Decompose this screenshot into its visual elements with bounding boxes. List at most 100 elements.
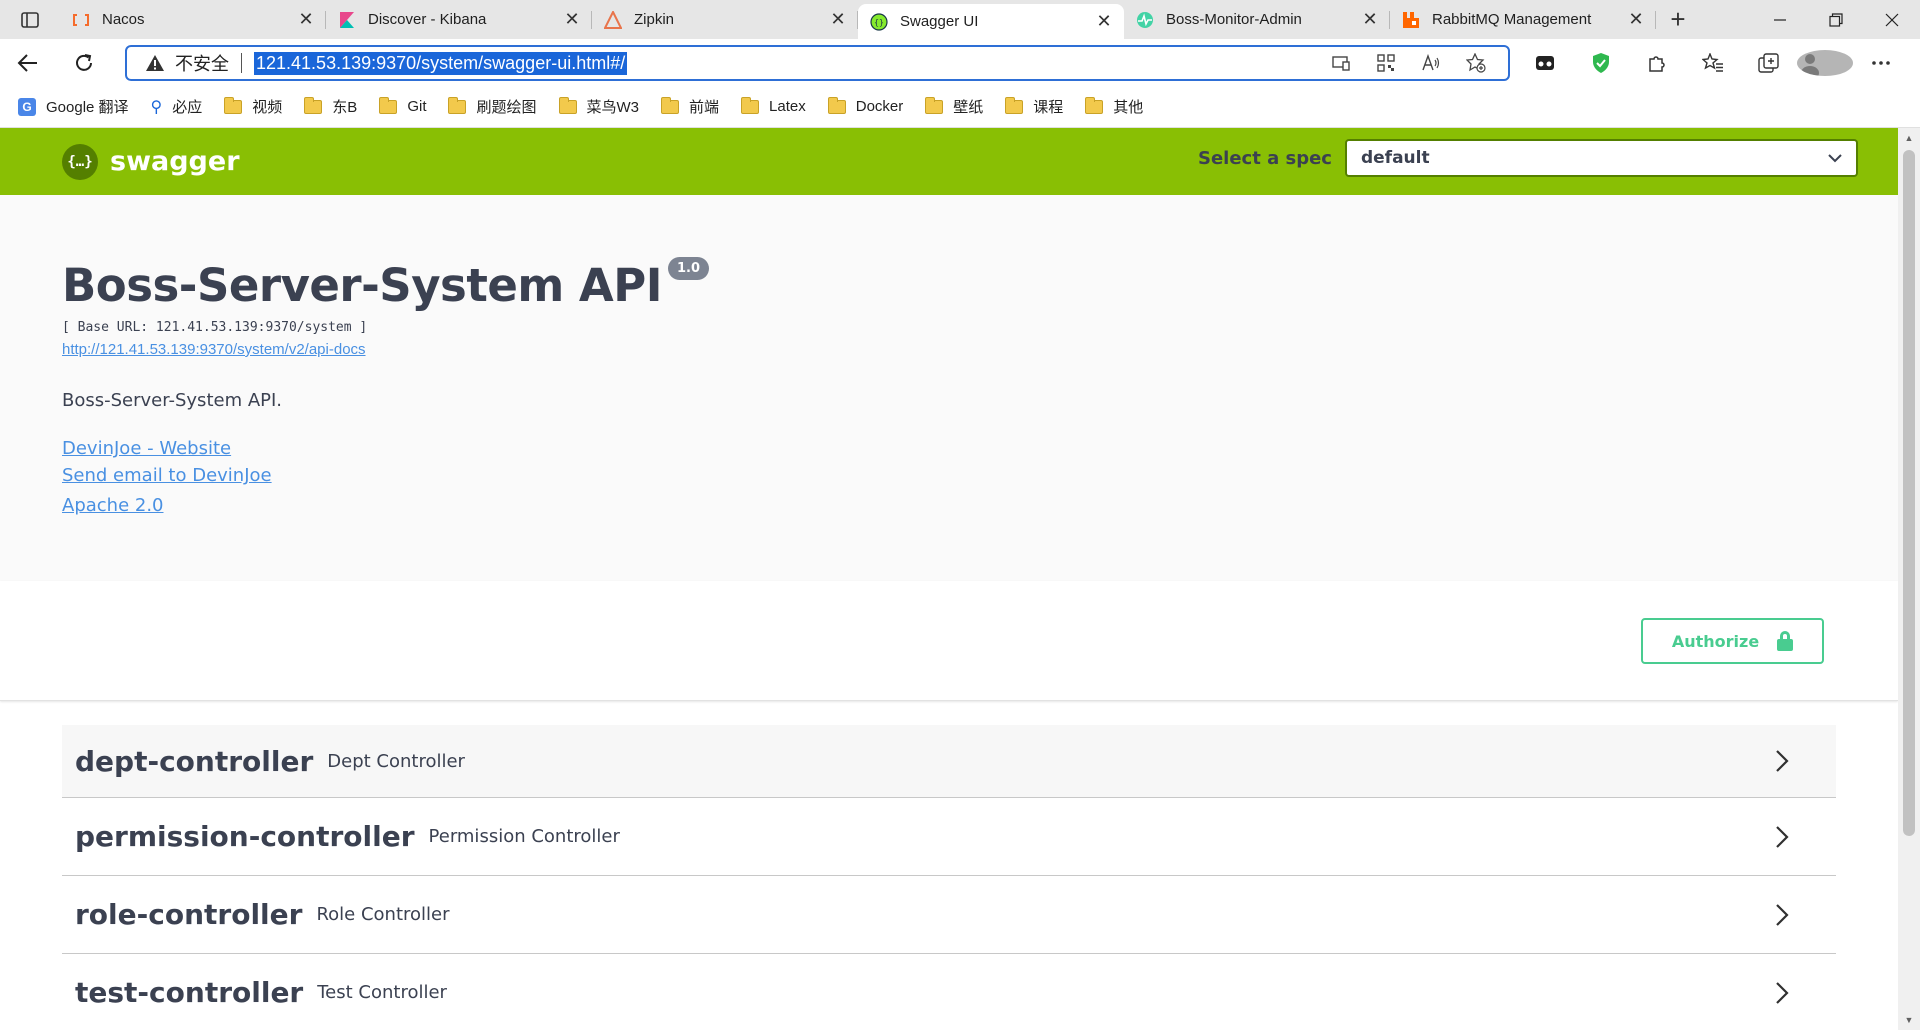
bookmark-label: 菜鸟W3 (586, 99, 640, 116)
tag-name: role-controller (75, 898, 303, 931)
folder-icon (558, 96, 577, 114)
more-menu-icon[interactable] (1853, 60, 1909, 66)
bookmark-folder-git[interactable]: Git (379, 96, 427, 115)
favorites-icon[interactable] (1685, 52, 1741, 73)
close-tab-icon[interactable]: ✕ (1094, 11, 1114, 32)
qr-code-icon[interactable] (1363, 54, 1408, 72)
bookmark-label: Latex (769, 98, 806, 115)
close-tab-icon[interactable]: ✕ (828, 9, 848, 30)
reload-button[interactable] (56, 39, 112, 86)
folder-icon (1085, 96, 1104, 114)
bookmark-folder-wallpaper[interactable]: 壁纸 (925, 96, 983, 117)
folder-icon (1005, 96, 1024, 114)
close-tab-icon[interactable]: ✕ (562, 9, 582, 30)
restore-icon (1829, 12, 1843, 27)
bookmark-folder-runoob[interactable]: 菜鸟W3 (558, 96, 640, 117)
page-scrollbar[interactable]: ▲ ▼ (1898, 128, 1920, 1030)
minimize-button[interactable] (1752, 0, 1808, 39)
folder-icon (379, 96, 398, 114)
extension-shield-icon[interactable] (1573, 52, 1629, 74)
read-aloud-icon[interactable] (1408, 54, 1453, 72)
tab-nacos[interactable]: Nacos ✕ (60, 0, 326, 39)
bookmark-label: Git (407, 98, 427, 115)
bookmark-folder-frontend[interactable]: 前端 (661, 96, 719, 117)
bookmark-folder-other[interactable]: 其他 (1085, 96, 1143, 117)
tag-name: dept-controller (75, 744, 314, 778)
tab-swagger-ui[interactable]: {} Swagger UI ✕ (858, 4, 1124, 39)
back-arrow-icon (17, 53, 37, 72)
restore-button[interactable] (1808, 0, 1864, 39)
folder-icon (741, 96, 760, 114)
svg-text:{}: {} (874, 18, 884, 27)
version-badge: 1.0 (667, 257, 710, 280)
add-favorite-icon[interactable] (1453, 53, 1498, 73)
tab-rabbitmq[interactable]: RabbitMQ Management ✕ (1390, 0, 1656, 39)
scroll-down-arrow-icon[interactable]: ▼ (1898, 1010, 1920, 1030)
folder-icon (304, 96, 323, 114)
address-bar-actions (1318, 47, 1498, 79)
tag-dept-controller[interactable]: dept-controller Dept Controller (62, 725, 1836, 798)
contact-email-link[interactable]: Send email to DevinJoe (62, 462, 1836, 489)
bookmark-label: Docker (855, 98, 904, 115)
extension-glasses-icon[interactable] (1517, 54, 1573, 72)
tab-title: Zipkin (634, 11, 675, 28)
spec-select-value: default (1360, 148, 1430, 168)
bookmark-google-translate[interactable]: G Google 翻译 (18, 96, 129, 117)
folder-icon (661, 96, 680, 114)
api-docs-link[interactable]: http://121.41.53.139:9370/system/v2/api-… (62, 341, 1836, 358)
nacos-icon (72, 11, 90, 29)
tag-test-controller[interactable]: test-controller Test Controller (62, 954, 1836, 1030)
api-title-row: Boss-Server-System API 1.0 (62, 257, 1836, 312)
chevron-right-icon (1772, 980, 1792, 1006)
tab-actions-button[interactable] (0, 0, 60, 39)
new-tab-button[interactable]: + (1656, 0, 1700, 39)
bookmark-label: 东B (332, 99, 358, 116)
close-tab-icon[interactable]: ✕ (296, 9, 316, 30)
window-controls (1752, 0, 1920, 39)
page-viewport: {…} swagger Select a spec default Boss-S… (0, 128, 1898, 1030)
tag-role-controller[interactable]: role-controller Role Controller (62, 876, 1836, 954)
tab-title: RabbitMQ Management (1432, 11, 1592, 28)
swagger-logo[interactable]: {…} swagger (62, 143, 240, 180)
extensions-puzzle-icon[interactable] (1629, 53, 1685, 73)
kibana-icon (338, 11, 356, 29)
tab-boss-monitor-admin[interactable]: Boss-Monitor-Admin ✕ (1124, 0, 1390, 39)
api-info-section: Boss-Server-System API 1.0 [ Base URL: 1… (0, 195, 1898, 581)
bookmark-folder-problems[interactable]: 刷题绘图 (448, 96, 537, 117)
tab-kibana[interactable]: Discover - Kibana ✕ (326, 0, 592, 39)
bookmark-folder-video[interactable]: 视频 (224, 96, 282, 117)
url-text[interactable]: 121.41.53.139:9370/system/swagger-ui.htm… (254, 51, 628, 75)
license-link[interactable]: Apache 2.0 (62, 495, 1836, 516)
bookmark-folder-latex[interactable]: Latex (741, 96, 806, 115)
app-available-icon[interactable] (1318, 55, 1363, 71)
close-tab-icon[interactable]: ✕ (1626, 9, 1646, 30)
back-button[interactable] (0, 39, 56, 86)
contact-website-link[interactable]: DevinJoe - Website (62, 435, 1836, 462)
swagger-topbar: {…} swagger Select a spec default (0, 128, 1898, 195)
browser-tab-strip: Nacos ✕ Discover - Kibana ✕ Zipkin ✕ {} … (0, 0, 1920, 39)
bookmark-folder-courses[interactable]: 课程 (1005, 96, 1063, 117)
close-tab-icon[interactable]: ✕ (1360, 9, 1380, 30)
address-bar[interactable]: 不安全 121.41.53.139:9370/system/swagger-ui… (125, 45, 1510, 81)
bookmark-folder-dongb[interactable]: 东B (304, 96, 357, 117)
lock-icon (1777, 631, 1794, 651)
tag-permission-controller[interactable]: permission-controller Permission Control… (62, 798, 1836, 876)
spec-select[interactable]: default (1344, 139, 1858, 177)
contact-links: DevinJoe - Website Send email to DevinJo… (62, 435, 1836, 489)
not-secure-warning-icon[interactable] (145, 53, 165, 73)
zipkin-icon (604, 10, 622, 29)
close-window-button[interactable] (1864, 0, 1920, 39)
authorize-button[interactable]: Authorize (1641, 618, 1824, 664)
bookmark-label: 壁纸 (953, 99, 984, 116)
bookmark-bing[interactable]: ⚲ 必应 (151, 96, 203, 117)
collections-icon[interactable] (1741, 52, 1797, 73)
authorize-label: Authorize (1671, 631, 1760, 651)
scroll-up-arrow-icon[interactable]: ▲ (1898, 128, 1920, 148)
avatar-icon (1797, 49, 1853, 76)
monitor-icon (1136, 11, 1154, 29)
tag-name: test-controller (75, 976, 304, 1009)
bookmark-folder-docker[interactable]: Docker (827, 96, 904, 115)
scrollbar-thumb[interactable] (1903, 150, 1915, 836)
tab-zipkin[interactable]: Zipkin ✕ (592, 0, 858, 39)
profile-button[interactable] (1797, 49, 1853, 76)
